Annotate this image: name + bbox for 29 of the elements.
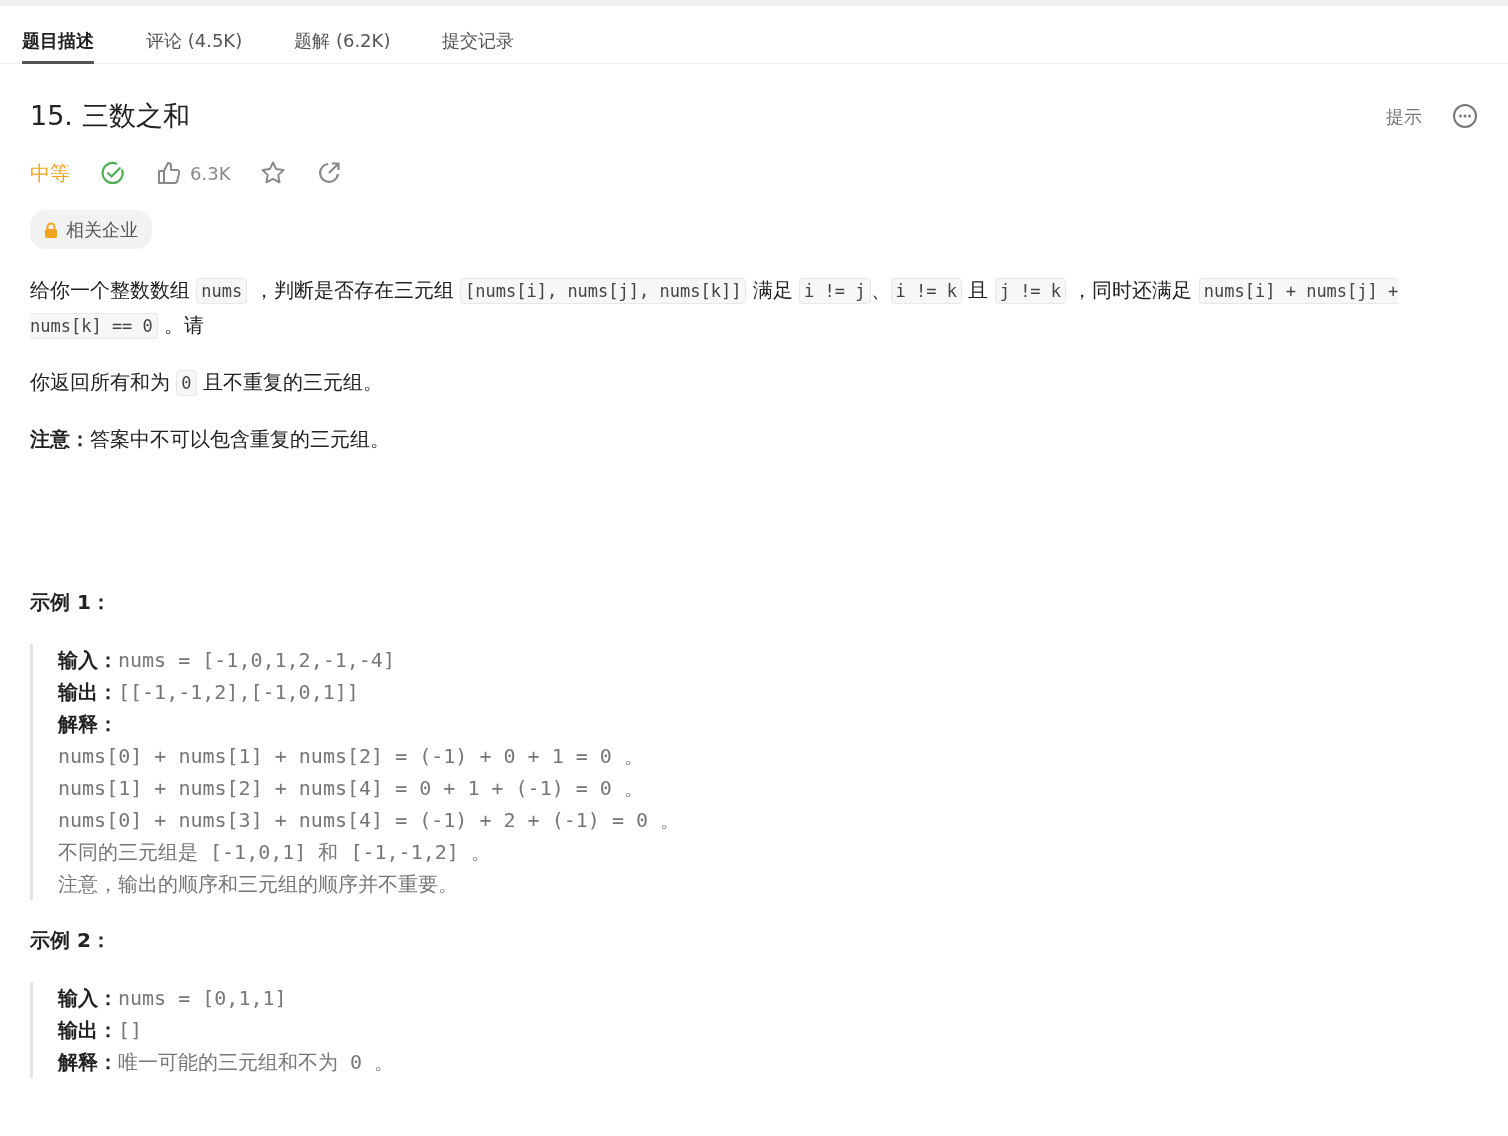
thumbs-up-icon[interactable] [156, 160, 182, 187]
description-paragraph: 给你一个整数数组 nums ，判断是否存在三元组 [nums[i], nums[j], nums[k]] 满足 i != j 、 i != k 且 j != k ，同时还满足 nums[i] + nums[j] + nums[k] == 0 。请 [30, 277, 1400, 342]
example-line: 不同的三元组是 [-1,0,1] 和 [-1,-1,2] 。 [58, 839, 492, 867]
hint-button[interactable]: 提示 [1380, 101, 1428, 131]
description-paragraph: 你返回所有和为 0 且不重复的三元组。 [30, 369, 384, 399]
example-line: 解释： [58, 711, 119, 739]
problem-title: 15. 三数之和 [30, 100, 190, 133]
tab[interactable]: 题目描述 [22, 6, 94, 64]
tab[interactable]: 提交记录 [442, 6, 515, 64]
example-line: 输入：nums = [0,1,1] [58, 985, 288, 1013]
example-heading: 示例 2： [30, 928, 112, 953]
tab[interactable]: 评论 (4.5K) [146, 6, 243, 64]
like-button[interactable]: 6.3K [156, 159, 231, 187]
example-line: 输出：[[-1,-1,2],[-1,0,1]] [58, 679, 360, 707]
example-line: nums[0] + nums[3] + nums[4] = (-1) + 2 + (-1) = 0 。 [58, 807, 682, 835]
example-line: 输出：[] [58, 1017, 144, 1045]
example-line: nums[1] + nums[2] + nums[4] = 0 + 1 + (-1) = 0 。 [58, 775, 645, 803]
example-line: 解释：唯一可能的三元组和不为 0 。 [58, 1049, 396, 1077]
solved-check-icon[interactable] [100, 160, 126, 187]
example-line: 输入：nums = [-1,0,1,2,-1,-4] [58, 647, 396, 675]
example-line: nums[0] + nums[1] + nums[2] = (-1) + 0 + 1 = 0 。 [58, 743, 645, 771]
more-icon[interactable] [1452, 103, 1478, 130]
related-companies-tag[interactable]: 相关企业 [30, 210, 152, 250]
description-paragraph: 注意：答案中不可以包含重复的三元组。 [30, 426, 391, 454]
tab[interactable]: 题解 (6.2K) [294, 6, 391, 64]
lock-icon [44, 221, 58, 238]
example-heading: 示例 1： [30, 590, 112, 615]
difficulty-label: 中等 [30, 160, 70, 188]
example-line: 注意，输出的顺序和三元组的顺序并不重要。 [58, 871, 459, 899]
